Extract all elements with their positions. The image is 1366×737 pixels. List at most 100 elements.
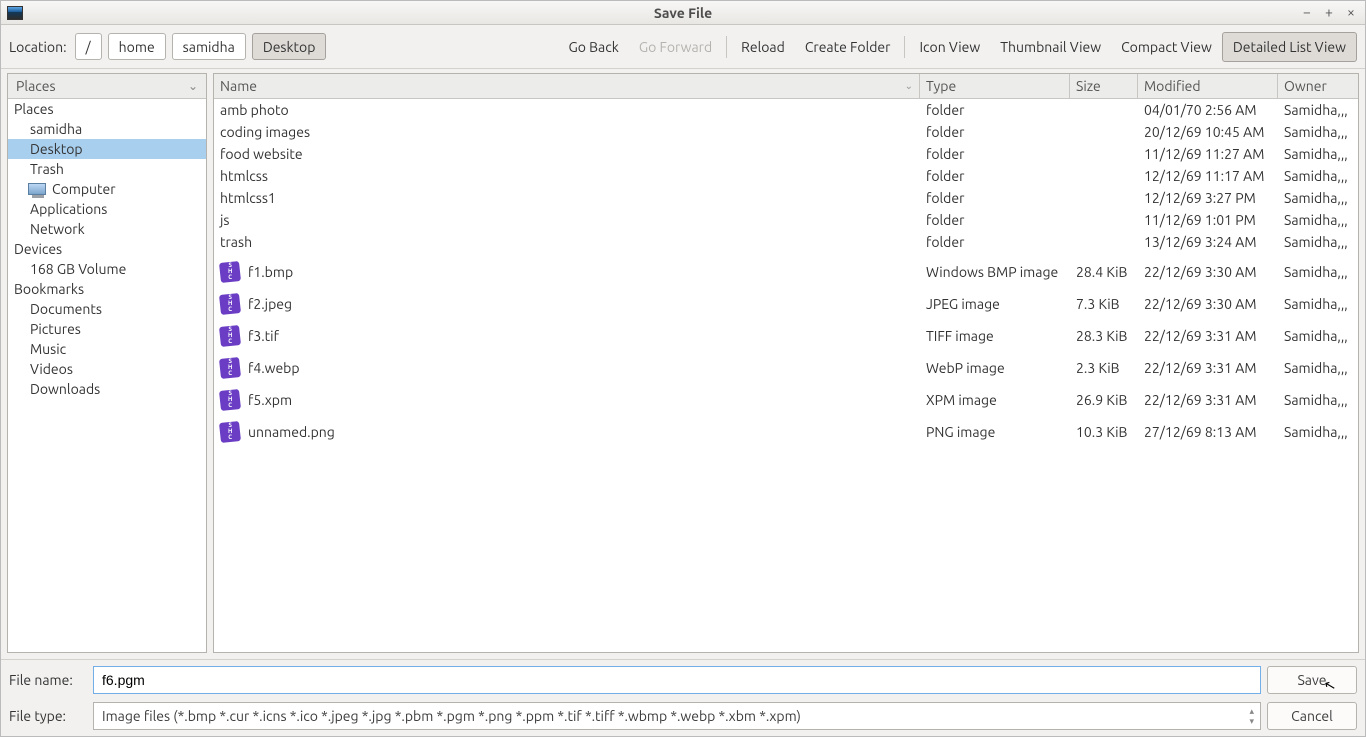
sidebar-item[interactable]: Downloads <box>8 379 206 399</box>
sidebar-item-label: Pictures <box>30 321 81 337</box>
table-row[interactable]: SHCf2.jpegJPEG image7.3 KiB22/12/69 3:30… <box>214 291 1358 317</box>
cell-name: amb photo <box>214 101 920 119</box>
cell-name: food website <box>214 145 920 163</box>
icon-view-button[interactable]: Icon View <box>909 33 990 61</box>
table-row[interactable]: food websitefolder11/12/69 11:27 AMSamid… <box>214 143 1358 165</box>
maximize-button[interactable]: + <box>1321 5 1337 21</box>
filetype-label: File type: <box>9 708 87 724</box>
go-back-button[interactable]: Go Back <box>558 33 628 61</box>
create-folder-button[interactable]: Create Folder <box>795 33 901 61</box>
column-header-name[interactable]: Name ⌄ <box>214 74 920 98</box>
table-row[interactable]: SHCf5.xpmXPM image26.9 KiB22/12/69 3:31 … <box>214 387 1358 413</box>
path-segment[interactable]: samidha <box>172 33 246 60</box>
cell-owner: Samidha,,, <box>1278 167 1358 185</box>
column-header-modified[interactable]: Modified <box>1138 74 1278 98</box>
cell-modified: 22/12/69 3:30 AM <box>1138 263 1278 281</box>
go-forward-button[interactable]: Go Forward <box>629 33 722 61</box>
filetype-select[interactable]: Image files (*.bmp *.cur *.icns *.ico *.… <box>93 702 1261 730</box>
table-row[interactable]: htmlcss1folder12/12/69 3:27 PMSamidha,,, <box>214 187 1358 209</box>
cell-owner: Samidha,,, <box>1278 211 1358 229</box>
sidebar-body: Places samidha Desktop Trash Computer Applica… <box>8 99 206 652</box>
sidebar-group-label: Places <box>8 99 206 119</box>
cell-size: 26.9 KiB <box>1070 391 1138 409</box>
sidebar-item[interactable]: Videos <box>8 359 206 379</box>
cell-name: SHCf4.webp <box>214 357 920 379</box>
sidebar-item[interactable]: Applications <box>8 199 206 219</box>
cell-modified: 27/12/69 8:13 AM <box>1138 423 1278 441</box>
sidebar-item[interactable]: Trash <box>8 159 206 179</box>
image-file-icon: SHC <box>219 325 241 347</box>
detailed-list-view-button[interactable]: Detailed List View <box>1222 32 1357 62</box>
cell-type: TIFF image <box>920 327 1070 345</box>
window-title: Save File <box>1 5 1365 21</box>
compact-view-button[interactable]: Compact View <box>1111 33 1222 61</box>
sidebar-item[interactable]: samidha <box>8 119 206 139</box>
places-sidebar: Places ⌄ Places samidha Desktop Trash Comput… <box>7 73 207 653</box>
sidebar-item[interactable]: Network <box>8 219 206 239</box>
cell-modified: 12/12/69 11:17 AM <box>1138 167 1278 185</box>
sidebar-header[interactable]: Places ⌄ <box>8 74 206 99</box>
minimize-button[interactable]: − <box>1299 5 1315 21</box>
column-header-type[interactable]: Type <box>920 74 1070 98</box>
table-row[interactable]: coding imagesfolder20/12/69 10:45 AMSami… <box>214 121 1358 143</box>
table-row[interactable]: SHCunnamed.pngPNG image10.3 KiB27/12/69 … <box>214 419 1358 445</box>
table-row[interactable]: jsfolder11/12/69 1:01 PMSamidha,,, <box>214 209 1358 231</box>
cell-type: folder <box>920 233 1070 251</box>
sidebar-item-label: Applications <box>30 201 107 217</box>
sidebar-group-label: Bookmarks <box>8 279 206 299</box>
cell-modified: 11/12/69 11:27 AM <box>1138 145 1278 163</box>
sidebar-item-label: Desktop <box>30 141 83 157</box>
reload-button[interactable]: Reload <box>731 33 795 61</box>
filename-input[interactable] <box>93 666 1261 694</box>
table-row[interactable]: SHCf3.tifTIFF image28.3 KiB22/12/69 3:31… <box>214 323 1358 349</box>
sidebar-item-label: Network <box>30 221 85 237</box>
cell-owner: Samidha,,, <box>1278 263 1358 281</box>
image-file-icon: SHC <box>219 389 241 411</box>
path-segment[interactable]: home <box>108 33 166 60</box>
bottom-bar: File name: Save ↖ File type: Image files… <box>1 659 1365 736</box>
sidebar-item[interactable]: Computer <box>8 179 206 199</box>
cell-size: 7.3 KiB <box>1070 295 1138 313</box>
cancel-button[interactable]: Cancel <box>1267 702 1357 730</box>
cell-modified: 22/12/69 3:30 AM <box>1138 295 1278 313</box>
table-row[interactable]: amb photofolder04/01/70 2:56 AMSamidha,,… <box>214 99 1358 121</box>
sidebar-item[interactable]: Documents <box>8 299 206 319</box>
cell-type: Windows BMP image <box>920 263 1070 281</box>
cell-size <box>1070 241 1138 243</box>
image-file-icon: SHC <box>219 261 241 283</box>
sidebar-item[interactable]: Music <box>8 339 206 359</box>
sidebar-item-label: Trash <box>30 161 64 177</box>
table-row[interactable]: trashfolder13/12/69 3:24 AMSamidha,,, <box>214 231 1358 253</box>
cell-type: folder <box>920 123 1070 141</box>
cell-owner: Samidha,,, <box>1278 391 1358 409</box>
close-button[interactable]: × <box>1343 5 1359 21</box>
table-row[interactable]: htmlcssfolder12/12/69 11:17 AMSamidha,,, <box>214 165 1358 187</box>
cell-type: XPM image <box>920 391 1070 409</box>
path-segment[interactable]: / <box>75 33 102 60</box>
cell-size: 28.3 KiB <box>1070 327 1138 345</box>
cell-name: SHCf5.xpm <box>214 389 920 411</box>
chevron-down-icon: ⌄ <box>188 79 198 93</box>
sidebar-item-label: samidha <box>30 121 82 137</box>
column-header-owner[interactable]: Owner <box>1278 74 1358 98</box>
cell-type: folder <box>920 101 1070 119</box>
table-row[interactable]: SHCf4.webpWebP image2.3 KiB22/12/69 3:31… <box>214 355 1358 381</box>
image-file-icon: SHC <box>219 357 241 379</box>
sidebar-item[interactable]: Desktop <box>8 139 206 159</box>
cell-owner: Samidha,,, <box>1278 295 1358 313</box>
thumbnail-view-button[interactable]: Thumbnail View <box>990 33 1111 61</box>
sidebar-item[interactable]: Pictures <box>8 319 206 339</box>
sidebar-item[interactable]: 168 GB Volume <box>8 259 206 279</box>
separator <box>726 36 727 58</box>
cell-type: JPEG image <box>920 295 1070 313</box>
save-button[interactable]: Save ↖ <box>1267 666 1357 694</box>
file-list-body[interactable]: amb photofolder04/01/70 2:56 AMSamidha,,… <box>214 99 1358 652</box>
table-row[interactable]: SHCf1.bmpWindows BMP image28.4 KiB22/12/… <box>214 259 1358 285</box>
location-label: Location: <box>9 39 67 55</box>
cell-name: trash <box>214 233 920 251</box>
path-segment[interactable]: Desktop <box>252 33 327 60</box>
column-header-size[interactable]: Size <box>1070 74 1138 98</box>
sidebar-item-label: Computer <box>52 181 116 197</box>
breadcrumb: /homesamidhaDesktop <box>75 33 327 60</box>
cell-type: folder <box>920 145 1070 163</box>
